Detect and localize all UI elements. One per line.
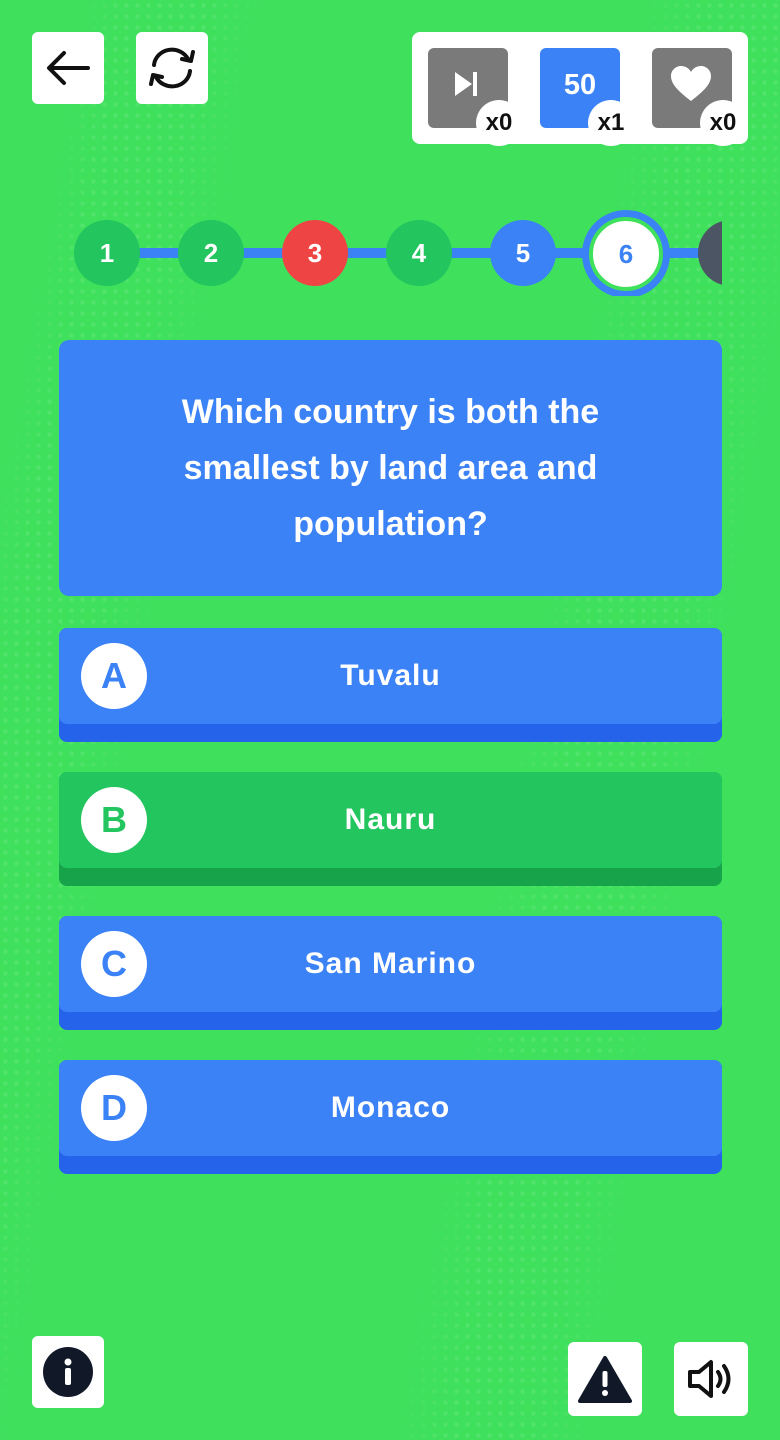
answer-text-d: Monaco [330, 1091, 451, 1124]
answer-option-b[interactable]: B Nauru [59, 772, 722, 886]
fifty-fifty-powerup-button[interactable]: 50 x1 [540, 48, 634, 146]
speaker-icon [688, 1360, 731, 1398]
answer-text-c: San Marino [304, 947, 477, 980]
skip-powerup-button[interactable]: x0 [428, 48, 522, 146]
refresh-icon [149, 47, 195, 89]
progress-step-4[interactable]: 4 [386, 220, 452, 286]
info-icon [43, 1347, 93, 1397]
skip-count-badge: x0 [476, 100, 522, 146]
fifty-fifty-label: 50 [563, 68, 597, 101]
current-step-label: 6 [589, 217, 663, 291]
sound-toggle-button[interactable] [674, 1342, 748, 1416]
arrow-left-icon [47, 51, 90, 85]
progress-step-7[interactable] [698, 220, 722, 286]
extra-life-powerup-button[interactable]: x0 [652, 48, 746, 146]
question-text: Which country is both the smallest by la… [181, 393, 600, 543]
refresh-button[interactable] [136, 32, 208, 104]
powerups-panel: x0 50 x1 x0 [412, 32, 748, 146]
answer-letter-d: D [81, 1075, 147, 1141]
answer-letter-a: A [81, 643, 147, 709]
fifty-fifty-count-badge: x1 [588, 100, 634, 146]
back-button[interactable] [32, 32, 104, 104]
progress-step-6-current[interactable]: 6 [582, 210, 670, 296]
question-card: Which country is both the smallest by la… [59, 340, 722, 596]
answer-text-b: Nauru [344, 803, 437, 836]
progress-step-5[interactable]: 5 [490, 220, 556, 286]
progress-step-3[interactable]: 3 [282, 220, 348, 286]
info-button[interactable] [32, 1336, 104, 1408]
answer-option-a[interactable]: A Tuvalu [59, 628, 722, 742]
answer-option-c[interactable]: C San Marino [59, 916, 722, 1030]
answer-letter-c: C [81, 931, 147, 997]
question-progress: 1 2 3 4 5 6 [72, 208, 722, 296]
answer-option-d[interactable]: D Monaco [59, 1060, 722, 1174]
progress-step-2[interactable]: 2 [178, 220, 244, 286]
answer-letter-b: B [81, 787, 147, 853]
answer-text-a: Tuvalu [340, 659, 441, 692]
extra-life-count-badge: x0 [700, 100, 746, 146]
progress-step-1[interactable]: 1 [74, 220, 140, 286]
report-button[interactable] [568, 1342, 642, 1416]
warning-icon [578, 1356, 632, 1403]
